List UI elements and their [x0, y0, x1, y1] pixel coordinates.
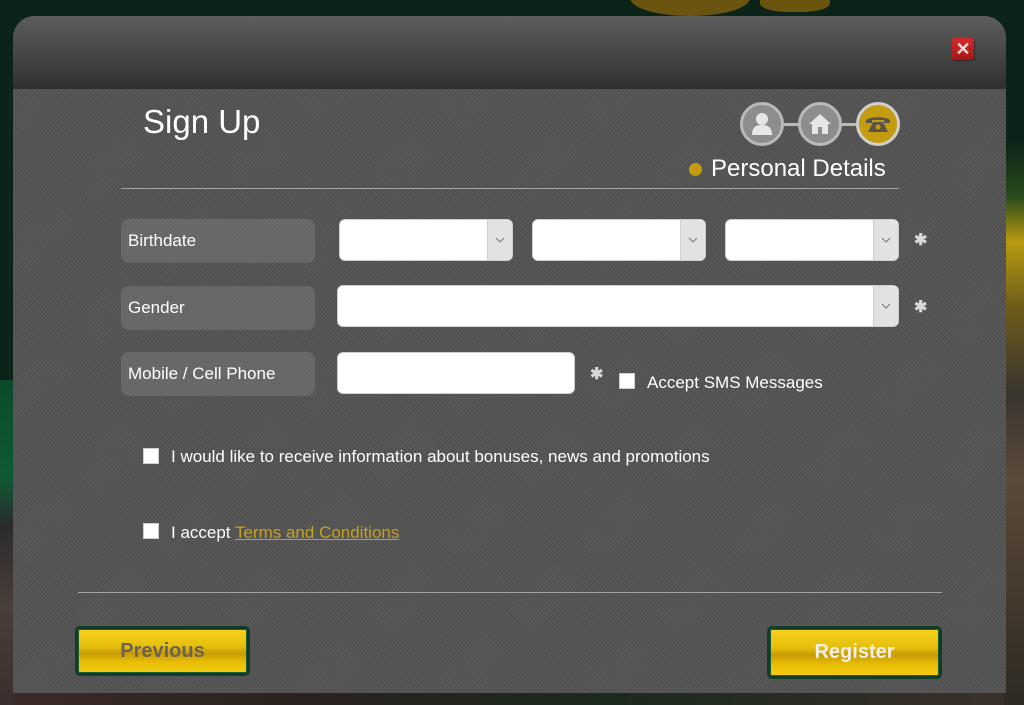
terms-prefix: I accept	[171, 523, 235, 542]
birthdate-month-select[interactable]	[532, 219, 706, 261]
step-personal-details[interactable]	[856, 102, 900, 146]
birthdate-year-select[interactable]	[725, 219, 899, 261]
required-icon: ✱	[914, 232, 928, 249]
current-step-label: Personal Details	[689, 155, 886, 183]
mobile-label: Mobile / Cell Phone	[121, 352, 315, 396]
background-decoration	[0, 380, 14, 705]
birthdate-label: Birthdate	[121, 219, 315, 263]
home-icon	[809, 114, 831, 134]
sms-label: Accept SMS Messages	[647, 373, 823, 392]
dialog-title: Sign Up	[143, 103, 261, 140]
step-address[interactable]	[798, 102, 842, 146]
mobile-input[interactable]	[337, 352, 575, 394]
step-indicator	[740, 102, 900, 146]
sms-checkbox[interactable]	[619, 373, 635, 389]
required-icon: ✱	[590, 366, 604, 383]
dialog-header	[13, 16, 1006, 89]
user-icon	[752, 113, 772, 135]
chevron-down-icon	[873, 220, 898, 260]
promotions-checkbox[interactable]	[143, 448, 159, 464]
step-connector	[842, 123, 856, 126]
divider	[78, 592, 942, 593]
terms-checkbox[interactable]	[143, 523, 159, 539]
step-dot-icon	[689, 162, 702, 176]
required-icon: ✱	[914, 299, 928, 316]
chevron-down-icon	[487, 220, 512, 260]
birthdate-day-select[interactable]	[339, 219, 513, 261]
step-account[interactable]	[740, 102, 784, 146]
background-decoration	[14, 693, 1004, 705]
background-decoration	[760, 0, 830, 12]
close-button[interactable]: ✕	[952, 38, 974, 60]
gender-select[interactable]	[337, 285, 899, 327]
step-connector	[784, 123, 798, 126]
terms-label: I accept Terms and Conditions	[171, 523, 399, 543]
background-decoration	[1004, 140, 1024, 705]
divider	[121, 188, 899, 189]
background-decoration	[630, 0, 750, 16]
promotions-label: I would like to receive information abou…	[171, 447, 710, 466]
chevron-down-icon	[680, 220, 705, 260]
previous-button[interactable]: Previous	[75, 626, 250, 676]
gender-label: Gender	[121, 286, 315, 330]
terms-link[interactable]: Terms and Conditions	[235, 523, 399, 542]
signup-dialog: ✕ Sign Up Personal Details Birthdate ✱ G…	[13, 16, 1006, 693]
register-button[interactable]: Register	[767, 626, 942, 679]
close-icon: ✕	[955, 39, 971, 59]
chevron-down-icon	[873, 286, 898, 326]
current-step-text: Personal Details	[711, 155, 886, 182]
phone-icon	[866, 117, 890, 132]
